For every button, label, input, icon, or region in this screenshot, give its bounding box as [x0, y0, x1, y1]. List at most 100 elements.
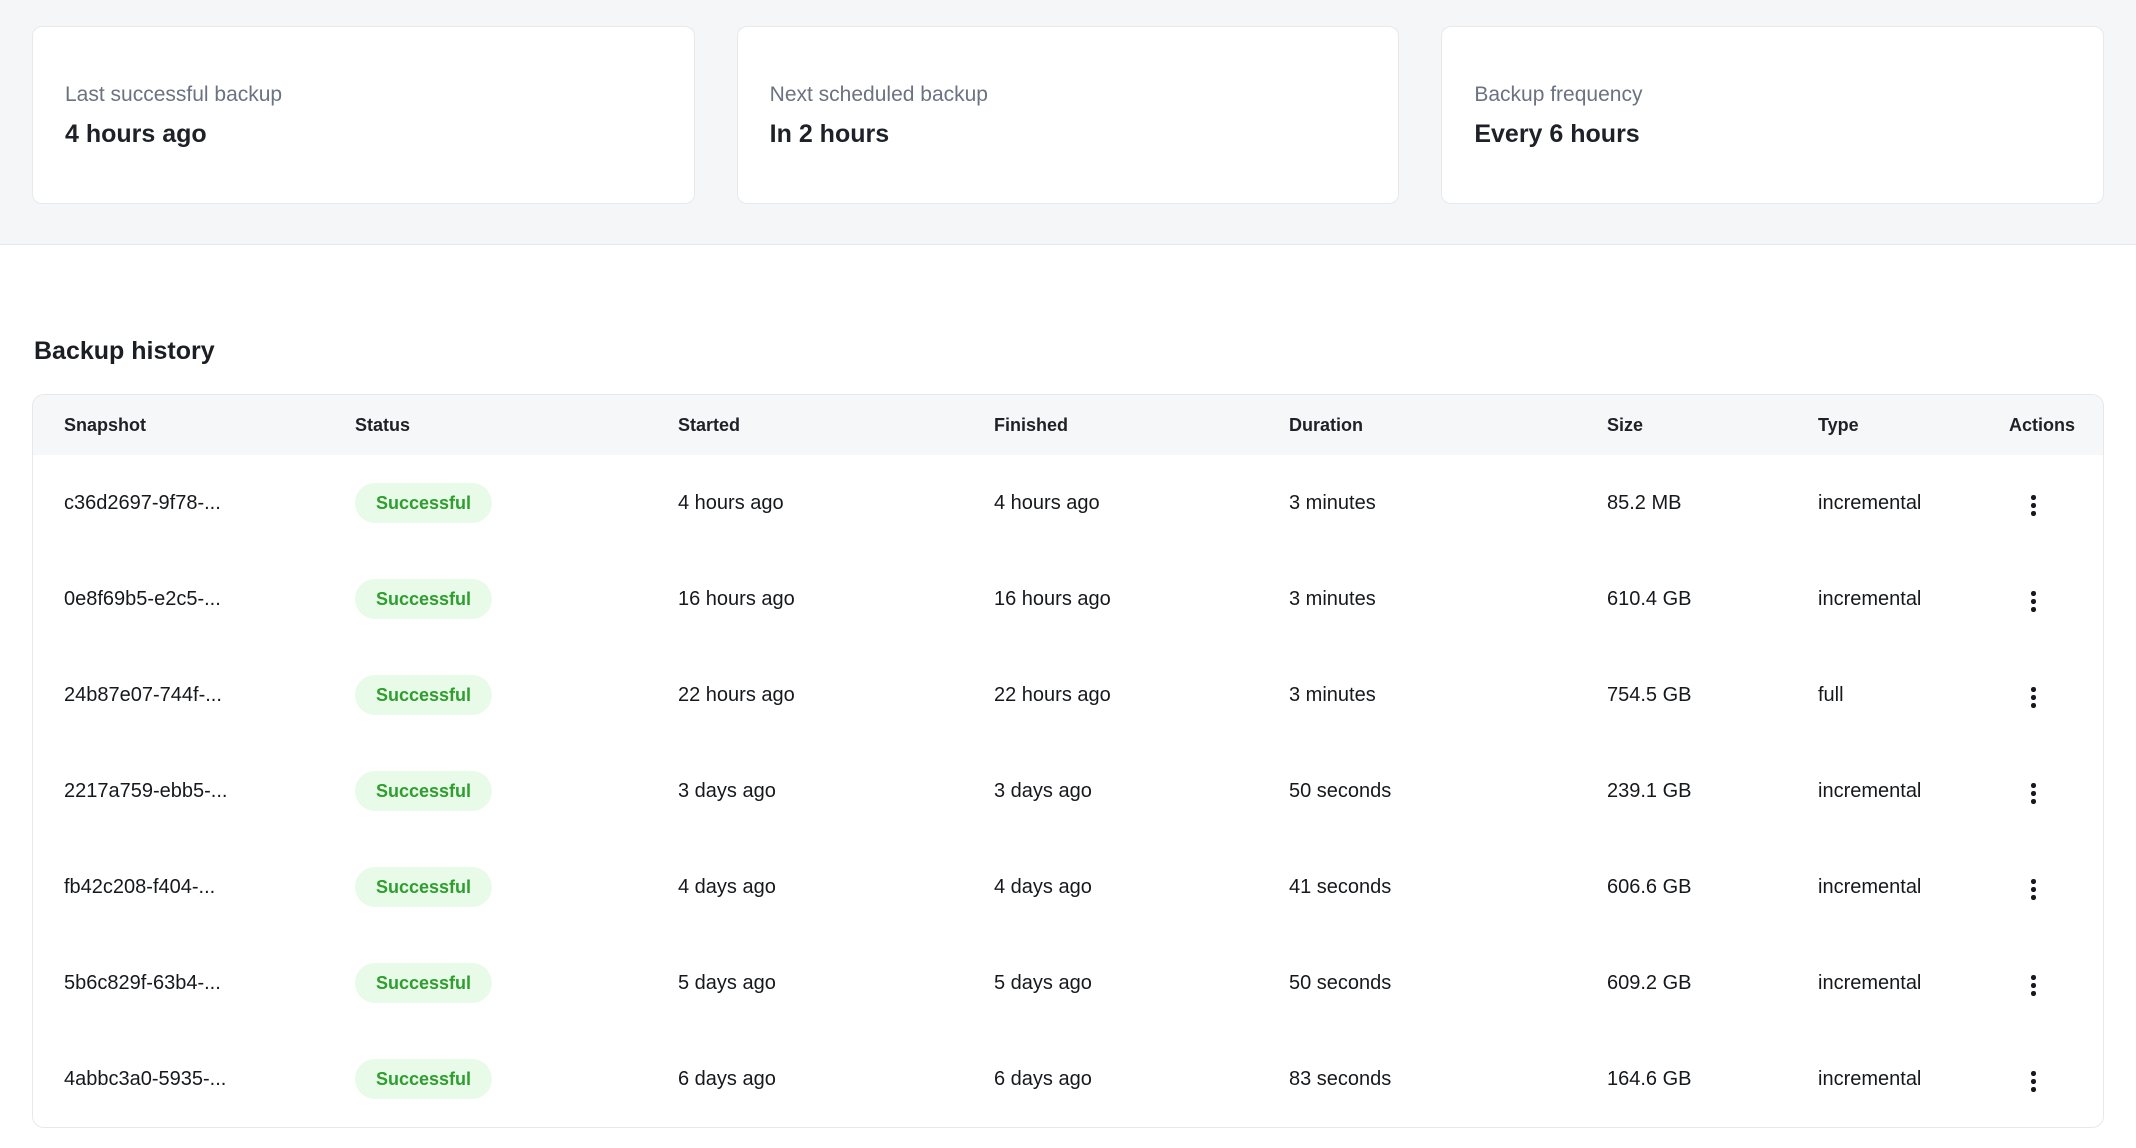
started-cell: 22 hours ago	[678, 647, 994, 743]
finished-cell: 6 days ago	[994, 1031, 1289, 1127]
duration-cell: 3 minutes	[1289, 551, 1607, 647]
card-label: Backup frequency	[1474, 81, 2071, 109]
status-badge: Successful	[355, 675, 492, 715]
size-cell: 85.2 MB	[1607, 455, 1818, 551]
type-cell: incremental	[1818, 935, 2009, 1031]
table-row: 2217a759-ebb5-...Successful3 days ago3 d…	[33, 743, 2103, 839]
size-cell: 606.6 GB	[1607, 839, 1818, 935]
row-actions-kebab-icon[interactable]	[2023, 487, 2044, 524]
started-cell: 4 days ago	[678, 839, 994, 935]
kebab-dot	[2031, 983, 2036, 988]
kebab-dot	[2031, 799, 2036, 804]
kebab-dot	[2031, 687, 2036, 692]
snapshot-id: 5b6c829f-63b4-...	[33, 935, 355, 1031]
finished-cell: 22 hours ago	[994, 647, 1289, 743]
column-header-started: Started	[678, 395, 994, 455]
kebab-dot	[2031, 511, 2036, 516]
row-actions-kebab-icon[interactable]	[2023, 679, 2044, 716]
started-cell: 5 days ago	[678, 935, 994, 1031]
table-row: 5b6c829f-63b4-...Successful 5 days ago5 d…	[33, 935, 2103, 1031]
kebab-dot	[2031, 887, 2036, 892]
table-row: fb42c208-f404-...Successful4 days ago4 d…	[33, 839, 2103, 935]
kebab-dot	[2031, 503, 2036, 508]
type-cell: incremental	[1818, 839, 2009, 935]
kebab-dot	[2031, 975, 2036, 980]
type-cell: incremental	[1818, 743, 2009, 839]
type-cell: full	[1818, 647, 2009, 743]
finished-cell: 4 hours ago	[994, 455, 1289, 551]
status-badge: Successful	[355, 771, 492, 811]
type-cell: incremental	[1818, 551, 2009, 647]
snapshot-id: 4abbc3a0-5935-...	[33, 1031, 355, 1127]
column-header-finished: Finished	[994, 395, 1289, 455]
status-badge: Successful	[355, 867, 492, 907]
actions-cell	[2009, 839, 2103, 935]
column-header-size: Size	[1607, 395, 1818, 455]
kebab-dot	[2031, 783, 2036, 788]
kebab-dot	[2031, 495, 2036, 500]
row-actions-kebab-icon[interactable]	[2023, 1063, 2044, 1100]
status-cell: Successful	[355, 455, 678, 551]
kebab-dot	[2031, 607, 2036, 612]
kebab-dot	[2031, 895, 2036, 900]
duration-cell: 83 seconds	[1289, 1031, 1607, 1127]
status-badge: Successful	[355, 579, 492, 619]
row-actions-kebab-icon[interactable]	[2023, 967, 2044, 1004]
duration-cell: 50 seconds	[1289, 935, 1607, 1031]
card-value: 4 hours ago	[65, 118, 662, 150]
table-row: 0e8f69b5-e2c5-...Successful 16 hours ago1…	[33, 551, 2103, 647]
size-cell: 610.4 GB	[1607, 551, 1818, 647]
column-header-type: Type	[1818, 395, 2009, 455]
table-body: c36d2697-9f78-...Successful4 hours ago4 …	[33, 455, 2103, 1127]
kebab-dot	[2031, 791, 2036, 796]
table-header-row: SnapshotStatusStartedFinishedDurationSiz…	[33, 395, 2103, 455]
row-actions-kebab-icon[interactable]	[2023, 583, 2044, 620]
table-row: 4abbc3a0-5935-...Successful6 days ago6 d…	[33, 1031, 2103, 1127]
kebab-dot	[2031, 599, 2036, 604]
status-cell: Successful	[355, 935, 678, 1031]
card-label: Next scheduled backup	[770, 81, 1367, 109]
snapshot-id: 0e8f69b5-e2c5-...	[33, 551, 355, 647]
status-badge: Successful	[355, 1059, 492, 1099]
kebab-dot	[2031, 703, 2036, 708]
actions-cell	[2009, 743, 2103, 839]
actions-cell	[2009, 935, 2103, 1031]
status-cell: Successful	[355, 647, 678, 743]
finished-cell: 16 hours ago	[994, 551, 1289, 647]
row-actions-kebab-icon[interactable]	[2023, 775, 2044, 812]
row-actions-kebab-icon[interactable]	[2023, 871, 2044, 908]
actions-cell	[2009, 551, 2103, 647]
actions-cell	[2009, 647, 2103, 743]
snapshot-id: 24b87e07-744f-...	[33, 647, 355, 743]
size-cell: 609.2 GB	[1607, 935, 1818, 1031]
type-cell: incremental	[1818, 455, 2009, 551]
started-cell: 3 days ago	[678, 743, 994, 839]
backup-history-title: Backup history	[34, 336, 2104, 366]
kebab-dot	[2031, 1087, 2036, 1092]
started-cell: 16 hours ago	[678, 551, 994, 647]
snapshot-id: 2217a759-ebb5-...	[33, 743, 355, 839]
finished-cell: 5 days ago	[994, 935, 1289, 1031]
table-row: c36d2697-9f78-...Successful4 hours ago4 …	[33, 455, 2103, 551]
backup-history-table: SnapshotStatusStartedFinishedDurationSiz…	[32, 394, 2104, 1128]
actions-cell	[2009, 1031, 2103, 1127]
type-cell: incremental	[1818, 1031, 2009, 1127]
snapshot-id: fb42c208-f404-...	[33, 839, 355, 935]
kebab-dot	[2031, 695, 2036, 700]
kebab-dot	[2031, 591, 2036, 596]
summary-band: Last successful backup 4 hours ago Next …	[0, 0, 2136, 245]
status-cell: Successful	[355, 839, 678, 935]
backup-history-section: Backup history SnapshotStatusStartedFini…	[0, 336, 2136, 1128]
kebab-dot	[2031, 879, 2036, 884]
size-cell: 239.1 GB	[1607, 743, 1818, 839]
card-last-successful-backup: Last successful backup 4 hours ago	[32, 26, 695, 204]
card-value: Every 6 hours	[1474, 118, 2071, 150]
card-value: In 2 hours	[770, 118, 1367, 150]
status-badge: Successful	[355, 963, 492, 1003]
size-cell: 164.6 GB	[1607, 1031, 1818, 1127]
kebab-dot	[2031, 1079, 2036, 1084]
column-header-snapshot: Snapshot	[33, 395, 355, 455]
column-header-duration: Duration	[1289, 395, 1607, 455]
kebab-dot	[2031, 991, 2036, 996]
snapshot-id: c36d2697-9f78-...	[33, 455, 355, 551]
